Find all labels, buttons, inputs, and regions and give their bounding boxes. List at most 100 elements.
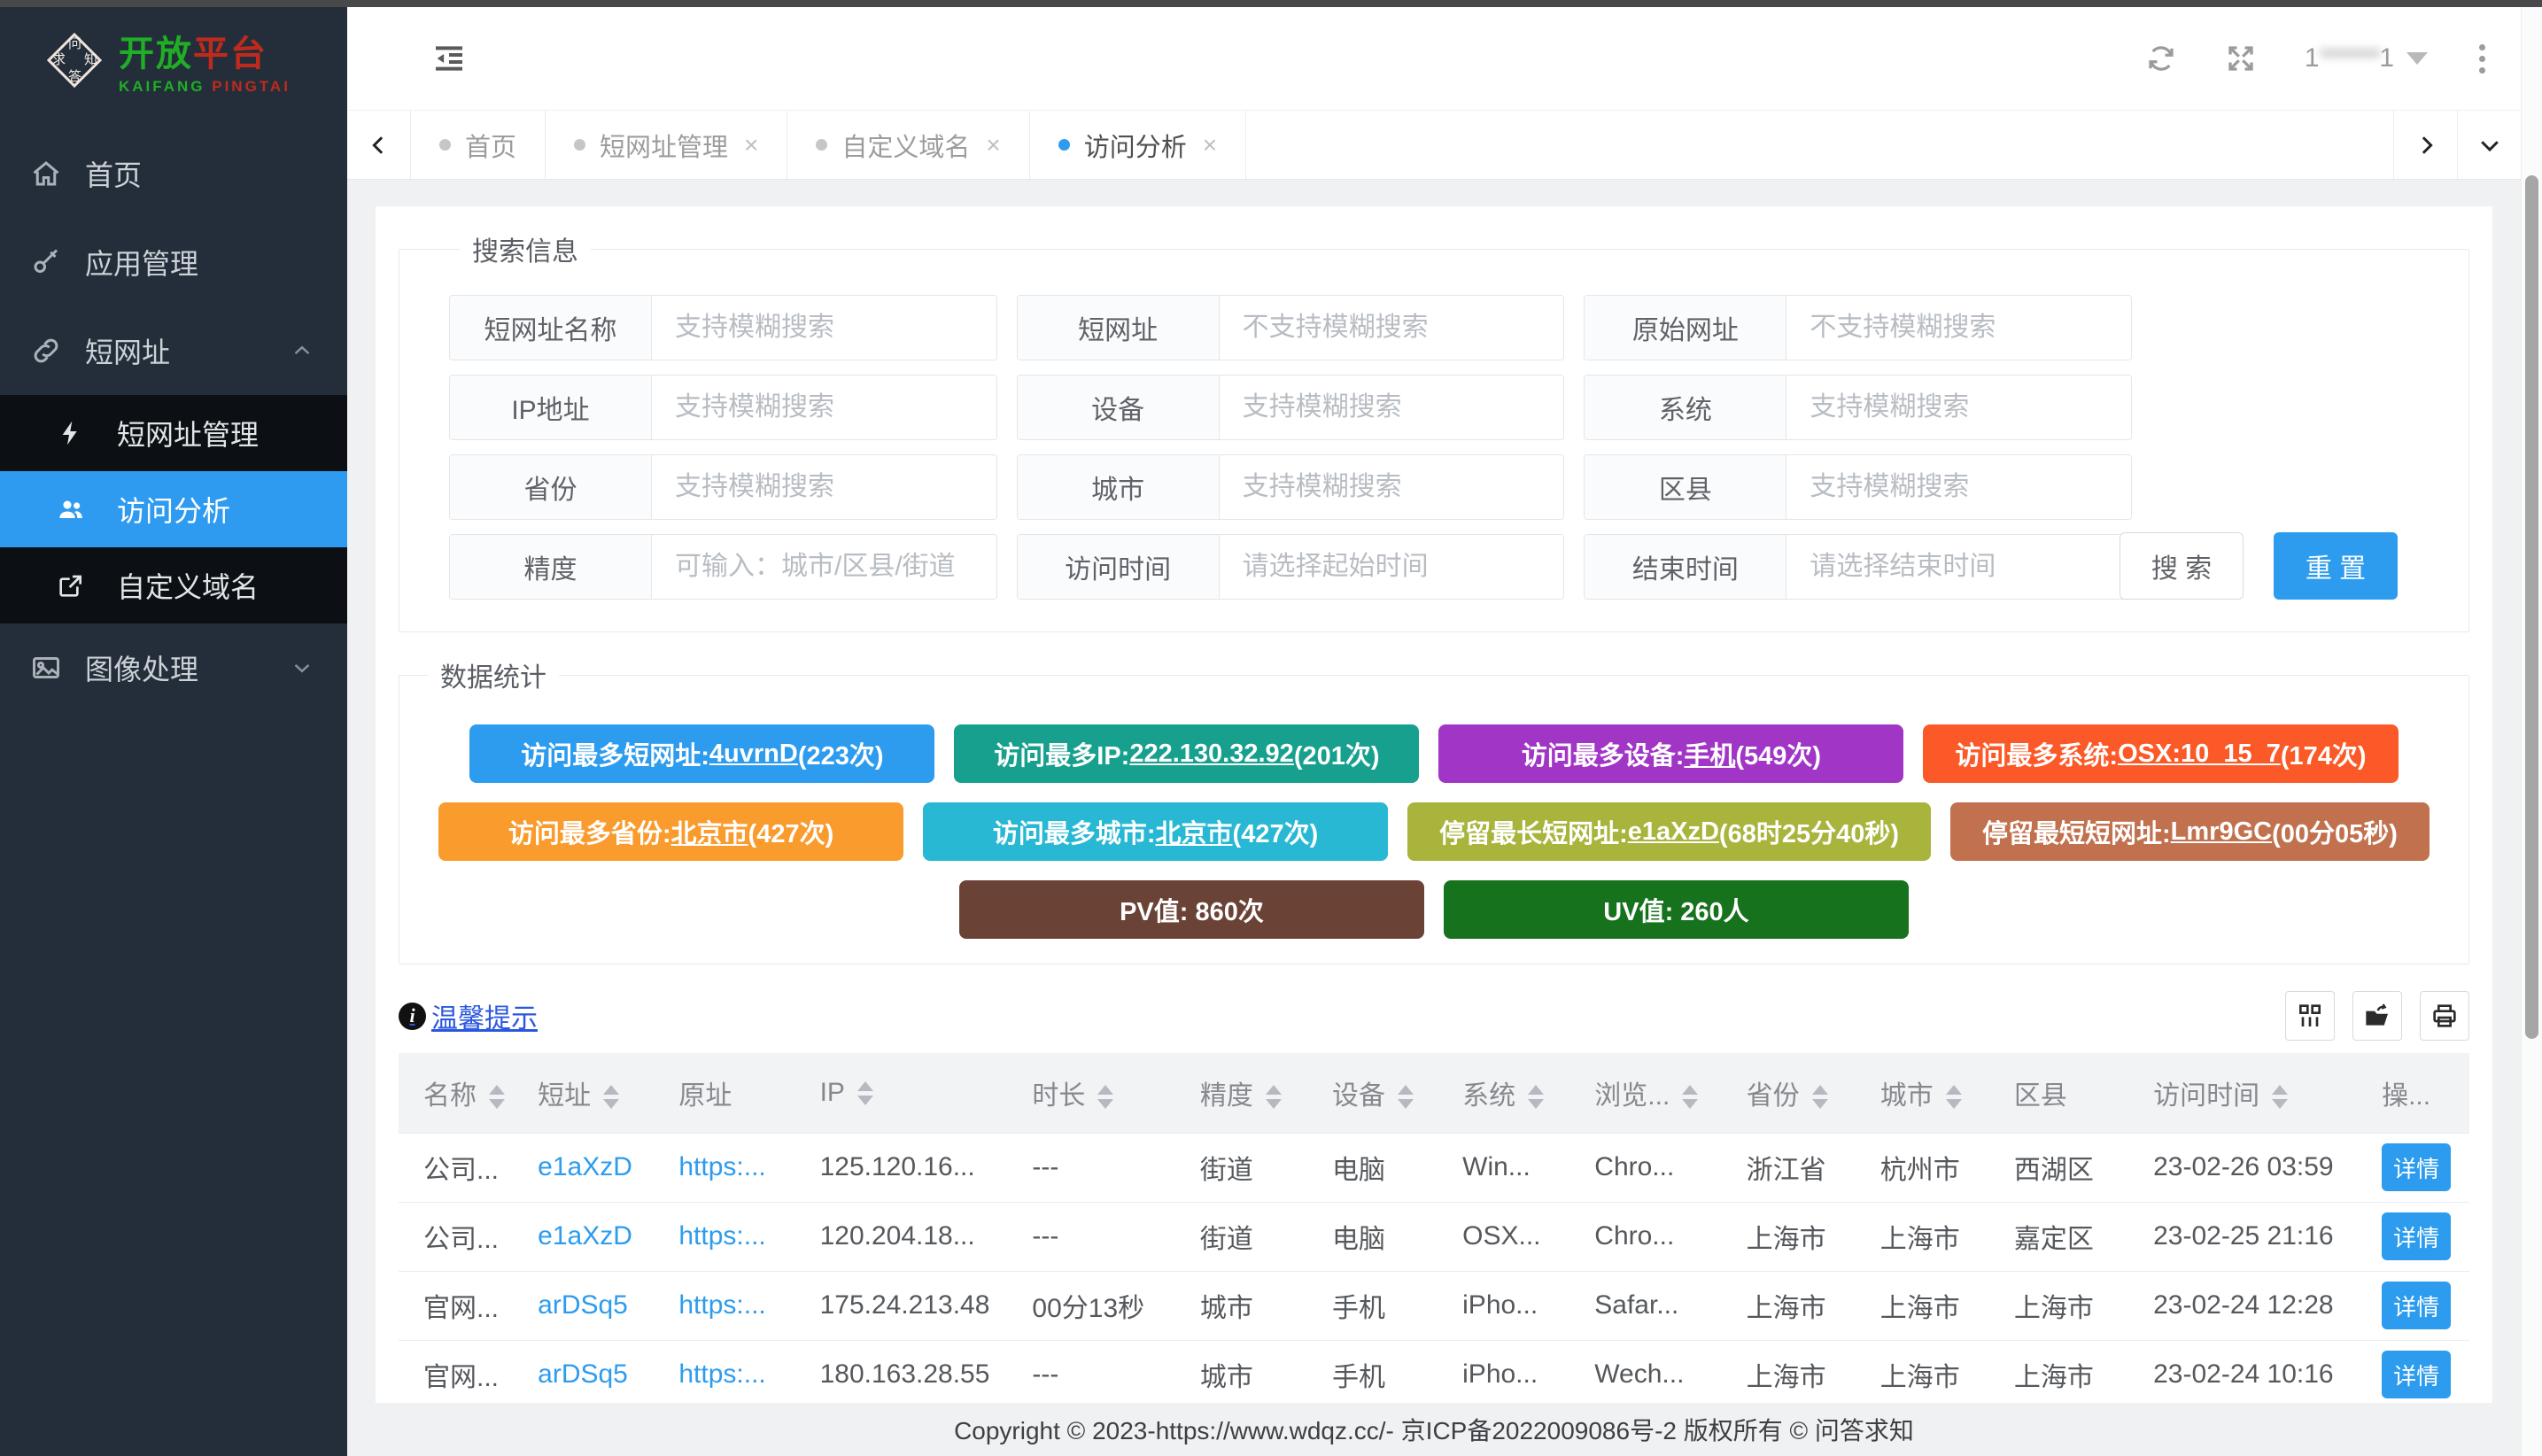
column-header-0[interactable]: 名称 bbox=[399, 1053, 531, 1133]
tab-label: 首页 bbox=[465, 127, 516, 164]
visit-time-end-input[interactable] bbox=[1786, 535, 2131, 599]
sidebar-item-home[interactable]: 首页 bbox=[0, 129, 347, 218]
detail-button[interactable]: 详情 bbox=[2382, 1351, 2451, 1398]
sidebar-item-image-processing[interactable]: 图像处理 bbox=[0, 623, 347, 712]
detail-button[interactable]: 详情 bbox=[2382, 1143, 2451, 1191]
sidebar-subitem-visit-analysis[interactable]: 访问分析 bbox=[0, 471, 347, 547]
cell-link[interactable]: arDSq5 bbox=[531, 1340, 671, 1403]
stat-badge-most-visited-ip[interactable]: 访问最多IP: 222.130.32.92(201次) bbox=[954, 724, 1419, 783]
close-icon[interactable]: × bbox=[986, 131, 1000, 159]
reset-button[interactable]: 重 置 bbox=[2274, 532, 2398, 600]
main-area: 1*******1 首页 短网址管理 × 自定义域名 × bbox=[347, 7, 2521, 1456]
column-header-7[interactable]: 系统 bbox=[1455, 1053, 1587, 1133]
ip-address-input[interactable] bbox=[652, 376, 996, 439]
stat-link[interactable]: 4uvrnD bbox=[709, 740, 798, 769]
refresh-icon[interactable] bbox=[2145, 43, 2177, 74]
tabs-scroll-right-button[interactable] bbox=[2393, 111, 2457, 179]
columns-toggle-button[interactable] bbox=[2285, 991, 2335, 1041]
tabs-scroll-left-button[interactable] bbox=[347, 111, 411, 179]
stat-badge-most-visited-short-url[interactable]: 访问最多短网址: 4uvrnD(223次) bbox=[469, 724, 934, 783]
cell-link[interactable]: e1aXzD bbox=[531, 1133, 671, 1202]
tab-visit-analysis[interactable]: 访问分析 × bbox=[1030, 111, 1246, 179]
stat-link[interactable]: OSX:10_15_7 bbox=[2118, 740, 2281, 769]
column-header-4[interactable]: 时长 bbox=[1025, 1053, 1192, 1133]
stat-badge-top-province[interactable]: 访问最多省份: 北京市(427次) bbox=[438, 802, 903, 861]
table-cell: 公司... bbox=[399, 1202, 531, 1271]
sort-icon[interactable] bbox=[1398, 1085, 1414, 1109]
sort-icon[interactable] bbox=[1946, 1085, 1962, 1109]
cell-link[interactable]: https:... bbox=[671, 1340, 812, 1403]
cell-link[interactable]: arDSq5 bbox=[531, 1271, 671, 1340]
close-icon[interactable]: × bbox=[744, 131, 758, 159]
column-header-10[interactable]: 城市 bbox=[1873, 1053, 2007, 1133]
table-cell: 180.163.28.55 bbox=[813, 1340, 1026, 1403]
print-button[interactable] bbox=[2420, 991, 2469, 1041]
province-input[interactable] bbox=[652, 455, 996, 519]
user-menu[interactable]: 1*******1 bbox=[2305, 43, 2428, 74]
sort-icon[interactable] bbox=[603, 1085, 619, 1109]
cell-link[interactable]: e1aXzD bbox=[531, 1202, 671, 1271]
sort-icon[interactable] bbox=[1097, 1085, 1113, 1109]
stat-badge-top-city[interactable]: 访问最多城市: 北京市(427次) bbox=[923, 802, 1388, 861]
collapse-sidebar-icon[interactable] bbox=[431, 41, 467, 76]
column-header-8[interactable]: 浏览... bbox=[1587, 1053, 1739, 1133]
tab-home[interactable]: 首页 bbox=[411, 111, 546, 179]
kebab-menu-icon[interactable] bbox=[2476, 41, 2489, 77]
stat-link[interactable]: 手机 bbox=[1684, 735, 1735, 772]
stat-link[interactable]: 北京市 bbox=[671, 813, 748, 850]
sort-icon[interactable] bbox=[1528, 1085, 1544, 1109]
stat-link[interactable]: 222.130.32.92 bbox=[1129, 740, 1293, 769]
tab-short-url-management[interactable]: 短网址管理 × bbox=[546, 111, 787, 179]
page-scrollbar[interactable] bbox=[2521, 7, 2542, 1456]
city-input[interactable] bbox=[1220, 455, 1564, 519]
sidebar-subitem-custom-domain[interactable]: 自定义域名 bbox=[0, 547, 347, 623]
stat-badge-most-used-device[interactable]: 访问最多设备: 手机(549次) bbox=[1438, 724, 1903, 783]
column-header-6[interactable]: 设备 bbox=[1325, 1053, 1455, 1133]
scrollbar-thumb[interactable] bbox=[2525, 175, 2538, 1039]
action-cell: 详情 bbox=[2375, 1271, 2469, 1340]
original-url-input[interactable] bbox=[1786, 296, 2131, 360]
stat-badge-most-used-system[interactable]: 访问最多系统: OSX:10_15_7(174次) bbox=[1923, 724, 2398, 783]
detail-button[interactable]: 详情 bbox=[2382, 1282, 2451, 1329]
stat-link[interactable]: e1aXzD bbox=[1628, 817, 1719, 847]
column-header-9[interactable]: 省份 bbox=[1740, 1053, 1873, 1133]
export-button[interactable] bbox=[2352, 991, 2402, 1041]
district-input[interactable] bbox=[1786, 455, 2131, 519]
sidebar-subitem-short-url-management[interactable]: 短网址管理 bbox=[0, 395, 347, 471]
close-icon[interactable]: × bbox=[1203, 131, 1217, 159]
sidebar-item-app-management[interactable]: 应用管理 bbox=[0, 218, 347, 306]
precision-input[interactable] bbox=[652, 535, 996, 599]
system-input[interactable] bbox=[1786, 376, 2131, 439]
stat-link[interactable]: 北京市 bbox=[1156, 813, 1233, 850]
sort-icon[interactable] bbox=[857, 1081, 873, 1105]
short-url-name-input[interactable] bbox=[652, 296, 996, 360]
visit-time-start-input[interactable] bbox=[1220, 535, 1564, 599]
tabs-menu-button[interactable] bbox=[2457, 111, 2521, 179]
tip-link[interactable]: i温馨提示 bbox=[399, 996, 538, 1035]
detail-button[interactable]: 详情 bbox=[2382, 1212, 2451, 1260]
column-header-12[interactable]: 访问时间 bbox=[2146, 1053, 2375, 1133]
column-header-1[interactable]: 短址 bbox=[531, 1053, 671, 1133]
sort-icon[interactable] bbox=[1812, 1085, 1828, 1109]
short-url-input[interactable] bbox=[1220, 296, 1564, 360]
sort-icon[interactable] bbox=[1266, 1085, 1282, 1109]
search-button[interactable]: 搜 索 bbox=[2120, 532, 2244, 600]
device-input[interactable] bbox=[1220, 376, 1564, 439]
sort-icon[interactable] bbox=[1682, 1085, 1698, 1109]
cell-link[interactable]: https:... bbox=[671, 1202, 812, 1271]
cell-link[interactable]: https:... bbox=[671, 1133, 812, 1202]
table-cell: --- bbox=[1025, 1133, 1192, 1202]
stat-badge-longest-stay[interactable]: 停留最长短网址: e1aXzD(68时25分40秒) bbox=[1407, 802, 1931, 861]
stat-badge-pv[interactable]: PV值: 860次 bbox=[959, 880, 1424, 939]
sort-icon[interactable] bbox=[489, 1085, 505, 1109]
column-header-5[interactable]: 精度 bbox=[1193, 1053, 1325, 1133]
stat-link[interactable]: Lmr9GC bbox=[2171, 817, 2272, 847]
fullscreen-icon[interactable] bbox=[2225, 43, 2257, 74]
stat-badge-shortest-stay[interactable]: 停留最短短网址: Lmr9GC(00分05秒) bbox=[1950, 802, 2430, 861]
tab-custom-domain[interactable]: 自定义域名 × bbox=[787, 111, 1029, 179]
cell-link[interactable]: https:... bbox=[671, 1271, 812, 1340]
stat-badge-uv[interactable]: UV值: 260人 bbox=[1444, 880, 1909, 939]
column-header-3[interactable]: IP bbox=[813, 1053, 1026, 1133]
sidebar-item-short-url[interactable]: 短网址 bbox=[0, 306, 347, 395]
sort-icon[interactable] bbox=[2272, 1085, 2288, 1109]
